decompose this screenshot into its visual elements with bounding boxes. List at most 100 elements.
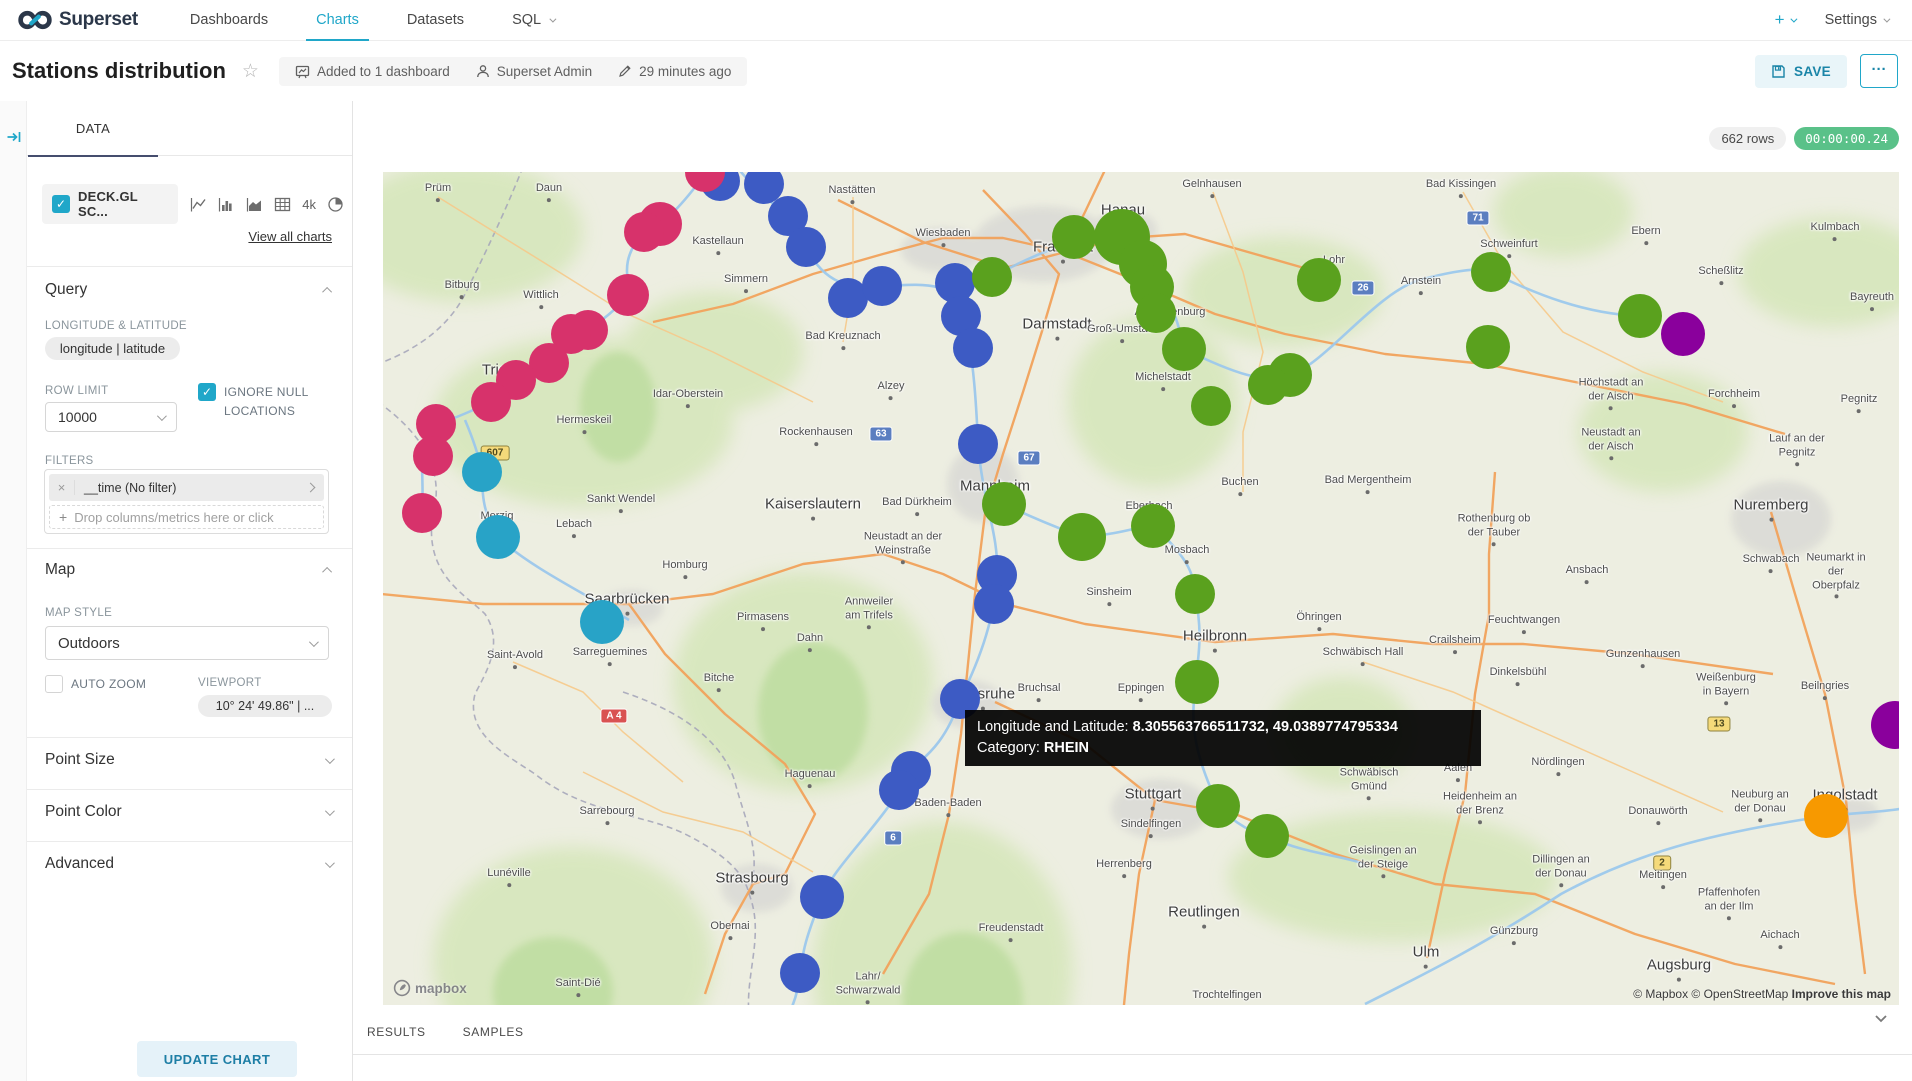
- deckgl-scatter-map[interactable]: 71266367607A 46132PrümDaunNastättenGelnh…: [383, 172, 1899, 1005]
- viz-4k-button[interactable]: 4k: [302, 197, 316, 212]
- collapse-south-pane-icon[interactable]: [1872, 1009, 1890, 1032]
- viewport-value-pill[interactable]: 10° 24' 49.86" | ...: [198, 695, 332, 717]
- town-dot-icon: [1009, 938, 1013, 942]
- map-place-label: Bayreuth: [1850, 291, 1894, 311]
- map-data-point[interactable]: [1175, 574, 1215, 614]
- map-data-point[interactable]: [1471, 252, 1511, 292]
- section-query[interactable]: Query: [45, 279, 332, 301]
- mapbox-logo[interactable]: mapbox: [393, 979, 467, 997]
- checkbox-unchecked-icon: [45, 675, 63, 693]
- lonlat-value-pill[interactable]: longitude | latitude: [45, 337, 180, 360]
- map-data-point[interactable]: [786, 227, 826, 267]
- map-data-point[interactable]: [1245, 814, 1289, 858]
- pie-chart-icon[interactable]: [327, 196, 344, 213]
- update-chart-button[interactable]: UPDATE CHART: [137, 1041, 297, 1077]
- chart-title[interactable]: Stations distribution: [12, 58, 226, 84]
- map-data-point[interactable]: [879, 770, 919, 810]
- viz-type-button[interactable]: ✓ DECK.GL SC...: [42, 184, 178, 224]
- map-data-point[interactable]: [462, 452, 502, 492]
- town-dot-icon: [1213, 648, 1217, 652]
- map-data-point[interactable]: [413, 436, 453, 476]
- map-data-point[interactable]: [1058, 513, 1106, 561]
- chevron-down-icon: [325, 858, 335, 868]
- favorite-star-icon[interactable]: ☆: [242, 60, 259, 83]
- owner-badge[interactable]: Superset Admin: [476, 64, 592, 79]
- more-actions-button[interactable]: ···: [1860, 54, 1898, 88]
- table-icon[interactable]: [274, 196, 291, 213]
- road-shield: A 4: [600, 709, 627, 724]
- infinity-logo-icon: [18, 10, 52, 30]
- map-data-point[interactable]: [953, 328, 993, 368]
- section-point-color[interactable]: Point Color: [45, 801, 332, 823]
- dashboards-badge[interactable]: Added to 1 dashboard: [295, 64, 450, 79]
- map-data-point[interactable]: [1191, 386, 1231, 426]
- new-item-button[interactable]: +: [1775, 10, 1795, 30]
- map-data-point[interactable]: [1804, 794, 1848, 838]
- map-place-label: Lahr/ Schwarzwald: [836, 970, 901, 1004]
- nav-dashboards[interactable]: Dashboards: [166, 0, 292, 40]
- map-data-point[interactable]: [972, 257, 1012, 297]
- map-data-point[interactable]: [402, 493, 442, 533]
- map-data-point[interactable]: [1618, 294, 1662, 338]
- map-style-select[interactable]: Outdoors: [45, 626, 329, 660]
- nav-charts[interactable]: Charts: [292, 0, 383, 40]
- last-modified-badge[interactable]: 29 minutes ago: [618, 64, 731, 79]
- map-data-point[interactable]: [974, 584, 1014, 624]
- superset-logo[interactable]: Superset: [18, 9, 138, 31]
- expand-datasource-icon[interactable]: [6, 129, 22, 150]
- map-data-point[interactable]: [1297, 258, 1341, 302]
- map-place-label: Wittlich: [523, 289, 558, 309]
- town-dot-icon: [1120, 339, 1124, 343]
- map-place-label: Nastätten: [828, 184, 875, 204]
- map-data-point[interactable]: [800, 875, 844, 919]
- map-data-point[interactable]: [1196, 784, 1240, 828]
- osm-attribution-link[interactable]: © OpenStreetMap: [1691, 987, 1791, 1001]
- section-point-size[interactable]: Point Size: [45, 749, 332, 771]
- remove-filter-icon[interactable]: ×: [49, 480, 75, 495]
- mapbox-attribution-link[interactable]: © Mapbox: [1633, 987, 1691, 1001]
- tab-samples[interactable]: SAMPLES: [463, 1025, 524, 1039]
- filter-dropzone[interactable]: + Drop columns/metrics here or click: [49, 505, 324, 529]
- tab-results[interactable]: RESULTS: [367, 1025, 426, 1039]
- area-chart-icon[interactable]: [246, 196, 263, 213]
- improve-map-link[interactable]: Improve this map: [1792, 987, 1891, 1001]
- map-place-label: Freudenstadt: [979, 922, 1044, 942]
- town-dot-icon: [808, 784, 812, 788]
- ignore-null-checkbox[interactable]: ✓ IGNORE NULL LOCATIONS: [198, 383, 340, 421]
- nav-datasets[interactable]: Datasets: [383, 0, 488, 40]
- map-data-point[interactable]: [1175, 660, 1219, 704]
- line-chart-icon[interactable]: [190, 196, 207, 213]
- settings-menu[interactable]: Settings: [1825, 12, 1888, 28]
- tab-data[interactable]: DATA: [28, 101, 158, 156]
- map-data-point[interactable]: [780, 953, 820, 993]
- view-all-charts-link[interactable]: View all charts: [248, 229, 332, 244]
- map-data-point[interactable]: [862, 266, 902, 306]
- row-limit-select[interactable]: 10000: [45, 402, 177, 432]
- section-map[interactable]: Map: [45, 559, 332, 581]
- map-data-point[interactable]: [1136, 293, 1176, 333]
- map-data-point[interactable]: [958, 424, 998, 464]
- save-button[interactable]: SAVE: [1755, 55, 1847, 88]
- town-dot-icon: [1732, 404, 1736, 408]
- map-data-point[interactable]: [1052, 215, 1096, 259]
- divider: [353, 1054, 1912, 1055]
- map-data-point[interactable]: [580, 600, 624, 644]
- road-shield: 13: [1707, 717, 1730, 732]
- map-data-point[interactable]: [471, 382, 511, 422]
- map-data-point[interactable]: [607, 274, 649, 316]
- map-data-point[interactable]: [624, 212, 664, 252]
- nav-sql[interactable]: SQL: [488, 0, 578, 40]
- viz-selected-checkbox-icon: ✓: [52, 195, 70, 213]
- map-data-point[interactable]: [1466, 325, 1510, 369]
- map-data-point[interactable]: [476, 515, 520, 559]
- bar-chart-icon[interactable]: [218, 196, 235, 213]
- chart-area: 662 rows 00:00:00.24: [353, 101, 1912, 1081]
- time-filter-pill[interactable]: × __time (No filter): [49, 474, 324, 501]
- map-data-point[interactable]: [1661, 312, 1705, 356]
- map-data-point[interactable]: [1248, 365, 1288, 405]
- map-data-point[interactable]: [982, 482, 1026, 526]
- map-data-point[interactable]: [1131, 504, 1175, 548]
- map-data-point[interactable]: [1162, 327, 1206, 371]
- section-advanced[interactable]: Advanced: [45, 853, 332, 875]
- auto-zoom-checkbox[interactable]: AUTO ZOOM: [45, 675, 146, 694]
